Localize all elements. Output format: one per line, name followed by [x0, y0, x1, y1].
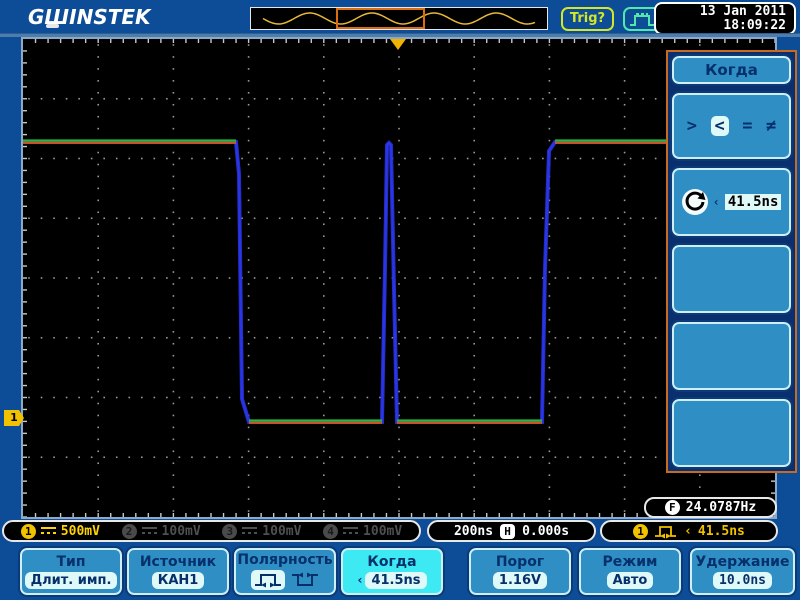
menu-source-value: КАН1	[152, 572, 205, 589]
channel-status-bar: 1 500mV 2 100mV 3 100mV 4 100mV	[2, 520, 421, 542]
channel-3-badge-icon: 3	[222, 524, 237, 539]
menu-type-button[interactable]: Тип Длит. имп.	[18, 546, 124, 597]
menu-threshold-button[interactable]: Порог 1.16V	[467, 546, 573, 597]
datetime-display: 13 Jan 2011 18:09:22	[654, 2, 796, 35]
menu-when-value: 41.5ns	[365, 572, 426, 589]
dc-coupling-icon	[343, 526, 358, 537]
logo-sha: Ш	[44, 5, 69, 29]
channel-1-status: 1 500mV	[21, 524, 100, 539]
channel-1-scale: 500mV	[61, 524, 100, 539]
channel-3-scale: 100mV	[262, 524, 301, 539]
channel-2-badge-icon: 2	[122, 524, 137, 539]
timebase-readout: 200ns H 0.000s	[427, 520, 596, 542]
trigger-source-badge-icon: 1	[633, 524, 648, 539]
menu-type-value: Длит. имп.	[25, 572, 118, 589]
preview-zoom-window	[336, 8, 425, 29]
menu-mode-button[interactable]: Режим Авто	[577, 546, 683, 597]
positive-pulse-icon	[254, 572, 282, 588]
positive-polarity-selected[interactable]	[251, 570, 285, 590]
timebase-value: 200ns	[454, 524, 493, 539]
channel-4-status: 4 100mV	[323, 524, 402, 539]
frequency-readout: F 24.0787Hz	[644, 497, 777, 518]
menu-threshold-label: Порог	[496, 555, 544, 569]
trigger-status-indicator: Trig?	[561, 7, 614, 31]
soft-menu-empty-button-1[interactable]	[670, 243, 793, 315]
menu-holdoff-label: Удержание	[696, 555, 790, 569]
rotary-knob-icon	[682, 189, 708, 215]
top-bar: GШINSTEK Trig? 13 Jan 2011 18:09:22	[0, 0, 800, 33]
menu-polarity-label: Полярность	[237, 553, 332, 567]
horizontal-badge-icon: H	[500, 524, 515, 539]
soft-menu-sidebar: Когда > < = ≠ ‹ 41.5ns	[666, 50, 797, 473]
channel-4-badge-icon: 4	[323, 524, 338, 539]
menu-holdoff-button[interactable]: Удержание 10.0ns	[688, 546, 797, 597]
channel-2-scale: 100mV	[162, 524, 201, 539]
negative-pulse-icon[interactable]	[291, 572, 319, 588]
pulse-icon	[628, 11, 656, 28]
waveform-trace	[23, 39, 775, 517]
logo-g: G	[28, 5, 44, 29]
trigger-readout: 1 ‹ 41.5ns	[600, 520, 778, 542]
menu-source-label: Источник	[140, 555, 216, 569]
soft-menu-empty-button-3[interactable]	[670, 397, 793, 469]
knob-lt-prefix: ‹	[713, 195, 720, 209]
channel-4-scale: 100mV	[363, 524, 402, 539]
menu-polarity-button[interactable]: Полярность	[232, 546, 338, 597]
menu-type-label: Тип	[56, 555, 85, 569]
dc-coupling-icon	[142, 526, 157, 537]
channel-1-badge-icon: 1	[21, 524, 36, 539]
dc-coupling-icon	[41, 526, 56, 537]
oscilloscope-display	[21, 37, 777, 519]
menu-when-button[interactable]: Когда ‹ 41.5ns	[339, 546, 445, 597]
menu-when-label: Когда	[367, 555, 416, 569]
when-lt-prefix: ‹	[357, 573, 362, 587]
dc-coupling-icon	[242, 526, 257, 537]
logo-orange-bar	[46, 24, 59, 28]
soft-menu-title: Когда	[670, 54, 793, 86]
trigger-width-value: 41.5ns	[698, 524, 745, 539]
frequency-value: 24.0787Hz	[686, 500, 756, 515]
menu-mode-value: Авто	[607, 572, 654, 589]
operator-lt-selected[interactable]: <	[711, 116, 729, 136]
menu-threshold-value: 1.16V	[493, 572, 547, 589]
trigger-position-marker-icon	[390, 39, 406, 50]
time-text: 18:09:22	[656, 19, 786, 33]
waveform-preview-strip	[250, 7, 548, 30]
logo-rest: INSTEK	[69, 5, 150, 29]
trigger-lt-prefix: ‹	[684, 524, 692, 539]
frequency-badge-icon: F	[665, 500, 680, 515]
menu-source-button[interactable]: Источник КАН1	[125, 546, 231, 597]
soft-menu-empty-button-2[interactable]	[670, 320, 793, 392]
operator-select-button[interactable]: > < = ≠	[670, 91, 793, 161]
channel-2-status: 2 100mV	[122, 524, 201, 539]
pulse-width-trigger-icon	[654, 524, 678, 539]
horizontal-offset-value: 0.000s	[522, 524, 569, 539]
pulse-width-value-button[interactable]: ‹ 41.5ns	[670, 166, 793, 238]
operator-eq[interactable]: =	[742, 116, 752, 136]
operator-ne[interactable]: ≠	[766, 116, 776, 136]
menu-holdoff-value: 10.0ns	[713, 572, 772, 589]
date-text: 13 Jan 2011	[656, 5, 786, 19]
pulse-width-value: 41.5ns	[725, 194, 782, 210]
operator-gt[interactable]: >	[687, 116, 697, 136]
menu-mode-label: Режим	[603, 555, 658, 569]
channel-3-status: 3 100mV	[222, 524, 301, 539]
gwinstek-logo: GШINSTEK	[28, 5, 151, 29]
